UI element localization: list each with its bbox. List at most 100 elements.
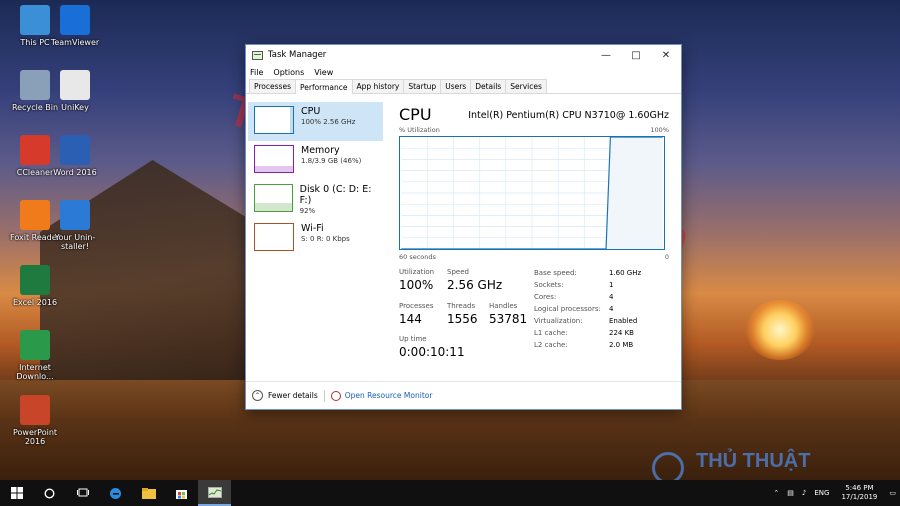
menu-options[interactable]: Options — [273, 68, 304, 77]
tab-startup[interactable]: Startup — [403, 79, 442, 93]
sidebar-item-memory[interactable]: Memory 1.8/3.9 GB (46%) — [248, 141, 383, 180]
unikey-icon — [60, 70, 90, 100]
desktop-icon-label: Internet Downlo... — [16, 363, 54, 381]
desktop-icon-label: Excel 2016 — [12, 298, 58, 307]
thumbnail-fill — [255, 166, 293, 172]
clock[interactable]: 5:46 PM 17/1/2019 — [833, 484, 885, 502]
sidebar-item-cpu[interactable]: CPU 100% 2.56 GHz — [248, 102, 383, 141]
clock-time: 5:46 PM — [845, 484, 874, 492]
cpu-detail: CPU Intel(R) Pentium(R) CPU N3710@ 1.60G… — [399, 102, 669, 378]
fewer-details-button[interactable]: Fewer details — [268, 391, 318, 400]
sidebar-item-sub: S: 0 R: 0 Kbps — [301, 235, 350, 243]
sidebar-item-title: Disk 0 (C: D: E: F:) — [299, 184, 372, 206]
desktop-icon-label: TeamViewer — [50, 38, 100, 47]
tab-services[interactable]: Services — [505, 79, 547, 93]
sidebar-item-wifi[interactable]: Wi-Fi S: 0 R: 0 Kbps — [248, 219, 383, 258]
spec-value: 1 — [609, 281, 614, 289]
task-manager-window[interactable]: Task Manager — □ ✕ File Options View Pro… — [245, 44, 682, 410]
task-view-button[interactable] — [66, 480, 99, 506]
cortana-icon — [44, 487, 55, 499]
desktop-icon-teamviewer[interactable]: TeamViewer — [45, 5, 105, 47]
desktop-icon-label: UniKey — [61, 103, 89, 112]
clock-date: 17/1/2019 — [841, 493, 878, 501]
desktop-icon-word[interactable]: Word 2016 — [45, 135, 105, 177]
threads-value: 1556 — [447, 312, 478, 326]
desktop-icon-uninstaller[interactable]: Your Unin-staller! — [45, 200, 105, 251]
brand-logo: THỦ THUẬT — [652, 450, 882, 480]
tab-processes[interactable]: Processes — [249, 79, 296, 93]
spec-row: Base speed: 1.60 GHz — [534, 267, 664, 279]
uptime-label: Up time — [399, 335, 427, 343]
resource-sidebar: CPU 100% 2.56 GHz Memory 1.8/3.9 GB (46%… — [248, 102, 383, 258]
menu-file[interactable]: File — [250, 68, 263, 77]
powerpoint-icon — [20, 395, 50, 425]
spec-value: 4 — [609, 293, 614, 301]
task-manager-taskbar-button[interactable] — [198, 480, 231, 506]
chevron-up-icon[interactable]: ⌃ — [769, 489, 783, 497]
disk-thumbnail — [254, 184, 293, 212]
volume-icon[interactable]: ♪ — [798, 489, 810, 497]
minimize-icon: — — [601, 49, 611, 61]
start-button[interactable] — [0, 480, 33, 506]
open-resource-monitor-link[interactable]: Open Resource Monitor — [345, 391, 433, 400]
cpu-utilization-graph — [399, 136, 665, 250]
spec-key: L2 cache: — [534, 341, 568, 349]
teamviewer-icon — [60, 5, 90, 35]
store-button[interactable] — [165, 480, 198, 506]
desktop-icon-idm[interactable]: Internet Downlo... — [5, 330, 65, 381]
language-indicator[interactable]: ENG — [810, 489, 833, 497]
chevron-up-icon[interactable]: ⌃ — [252, 390, 263, 401]
stats-panel: Utilization 100% Speed 2.56 GHz Processe… — [399, 268, 669, 378]
handles-value: 53781 — [489, 312, 528, 326]
close-icon: ✕ — [661, 49, 671, 61]
page-title: CPU — [399, 105, 432, 124]
spec-value: Enabled — [609, 317, 638, 325]
cortana-button[interactable] — [33, 480, 66, 506]
sidebar-item-title: CPU — [301, 106, 321, 117]
title-bar[interactable]: Task Manager — □ ✕ — [246, 45, 681, 65]
tab-details[interactable]: Details — [470, 79, 507, 93]
desktop-icon-label: PowerPoint 2016 — [12, 428, 58, 446]
edge-button[interactable] — [99, 480, 132, 506]
memory-thumbnail — [254, 145, 294, 173]
tab-performance[interactable]: Performance — [294, 79, 353, 94]
sidebar-item-title: Memory — [301, 145, 340, 156]
brand-logo-text: THỦ THUẬT — [696, 450, 811, 472]
spec-value: 224 KB — [609, 329, 634, 337]
desktop-icon-label: Word 2016 — [53, 168, 97, 177]
spec-key: Sockets: — [534, 281, 564, 289]
spec-row: Logical processors: 4 — [534, 303, 664, 315]
sun — [745, 300, 815, 360]
file-explorer-icon — [141, 487, 156, 499]
spec-key: Cores: — [534, 293, 557, 301]
spec-row: Sockets: 1 — [534, 279, 664, 291]
sidebar-item-disk[interactable]: Disk 0 (C: D: E: F:) 92% — [248, 180, 383, 219]
maximize-button[interactable]: □ — [621, 45, 651, 65]
spec-value: 2.0 MB — [609, 341, 634, 349]
tab-users[interactable]: Users — [440, 79, 472, 93]
threads-label: Threads — [447, 302, 476, 310]
network-icon[interactable]: ▤ — [783, 489, 798, 497]
idm-icon — [20, 330, 50, 360]
desktop-icon-powerpoint[interactable]: PowerPoint 2016 — [5, 395, 65, 446]
desktop-icon-unikey[interactable]: UniKey — [45, 70, 105, 112]
notification-icon[interactable]: ▭ — [885, 489, 900, 497]
spec-key: Logical processors: — [534, 305, 601, 313]
file-explorer-button[interactable] — [132, 480, 165, 506]
close-button[interactable]: ✕ — [651, 45, 681, 65]
minimize-button[interactable]: — — [591, 45, 621, 65]
sidebar-item-sub: 100% 2.56 GHz — [301, 118, 356, 126]
sidebar-item-sub: 1.8/3.9 GB (46%) — [301, 157, 362, 165]
tab-bar: Processes Performance App history Startu… — [246, 79, 681, 94]
excel-icon — [20, 265, 50, 295]
tab-app-history[interactable]: App history — [351, 79, 405, 93]
desktop-icon-excel[interactable]: Excel 2016 — [5, 265, 65, 307]
menu-view[interactable]: View — [314, 68, 333, 77]
brand-logo-circle — [652, 452, 684, 480]
processes-label: Processes — [399, 302, 434, 310]
processes-value: 144 — [399, 312, 422, 326]
spec-row: Virtualization: Enabled — [534, 315, 664, 327]
wifi-thumbnail — [254, 223, 294, 251]
spec-value: 4 — [609, 305, 614, 313]
cpu-thumbnail — [254, 106, 294, 134]
